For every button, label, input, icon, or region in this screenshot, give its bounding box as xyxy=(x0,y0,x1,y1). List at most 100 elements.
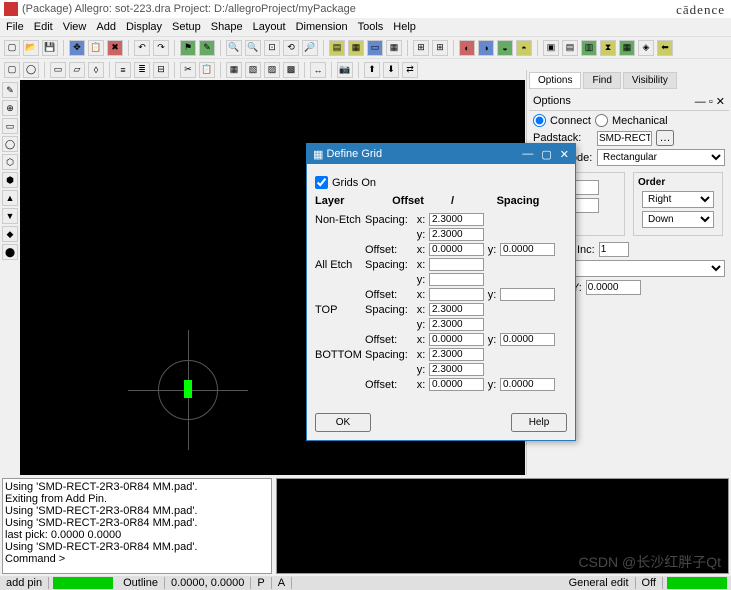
flag-icon[interactable]: ⚑ xyxy=(180,40,196,56)
status-a[interactable]: A xyxy=(272,577,292,589)
shape3-icon[interactable]: ▭ xyxy=(50,62,66,78)
offset-x-input[interactable] xyxy=(429,288,484,301)
menu-file[interactable]: File xyxy=(6,21,24,33)
misc4-icon[interactable]: ▦ xyxy=(619,40,635,56)
grids-on-checkbox[interactable] xyxy=(315,176,328,189)
menu-layout[interactable]: Layout xyxy=(253,21,286,33)
offset-y-input[interactable] xyxy=(500,378,555,391)
clip-icon[interactable]: 📋 xyxy=(88,40,104,56)
mechanical-radio[interactable] xyxy=(595,114,608,127)
tab-find[interactable]: Find xyxy=(583,72,620,89)
nav-icon[interactable]: ✥ xyxy=(69,40,85,56)
zoom-prev-icon[interactable]: ⟲ xyxy=(283,40,299,56)
spacing-y-input[interactable] xyxy=(429,228,484,241)
menu-dimension[interactable]: Dimension xyxy=(296,21,348,33)
tab-options[interactable]: Options xyxy=(529,72,581,89)
spacing-x-input[interactable] xyxy=(429,213,484,226)
menu-add[interactable]: Add xyxy=(96,21,116,33)
vt9-icon[interactable]: ◆ xyxy=(2,226,18,242)
order2-select[interactable]: Down xyxy=(642,211,714,228)
exit-icon[interactable]: ⬅ xyxy=(657,40,673,56)
status-p[interactable]: P xyxy=(251,577,271,589)
align3-icon[interactable]: ⊟ xyxy=(153,62,169,78)
order1-select[interactable]: Right xyxy=(642,191,714,208)
misc2-icon[interactable]: ▤ xyxy=(562,40,578,56)
comp2-icon[interactable]: ▧ xyxy=(245,62,261,78)
dim-icon[interactable]: ↔ xyxy=(310,62,326,78)
new-icon[interactable]: ▢ xyxy=(4,40,20,56)
report-icon[interactable]: ▭ xyxy=(367,40,383,56)
menu-shape[interactable]: Shape xyxy=(211,21,243,33)
spacing-y-input[interactable] xyxy=(429,318,484,331)
misc5-icon[interactable]: ◈ xyxy=(638,40,654,56)
tab-visibility[interactable]: Visibility xyxy=(623,72,677,89)
connect-radio[interactable] xyxy=(533,114,546,127)
timer-icon[interactable]: ⧗ xyxy=(600,40,616,56)
comp4-icon[interactable]: ▩ xyxy=(283,62,299,78)
inc-input[interactable] xyxy=(599,242,629,257)
vt6-icon[interactable]: ⬢ xyxy=(2,172,18,188)
offset-y-input[interactable] xyxy=(500,288,555,301)
edit1-icon[interactable]: ✂ xyxy=(180,62,196,78)
pin-icon[interactable]: ✎ xyxy=(199,40,215,56)
grid2-icon[interactable]: ⊞ xyxy=(413,40,429,56)
copymode-select[interactable]: Rectangular xyxy=(597,149,725,166)
offset-x-input[interactable] xyxy=(429,333,484,346)
align2-icon[interactable]: ≣ xyxy=(134,62,150,78)
vt10-icon[interactable]: ⬤ xyxy=(2,244,18,260)
offset-y-input[interactable] xyxy=(500,333,555,346)
open-icon[interactable]: 📂 xyxy=(23,40,39,56)
save-icon[interactable]: 💾 xyxy=(42,40,58,56)
vt4-icon[interactable]: ◯ xyxy=(2,136,18,152)
shape1-icon[interactable]: ▢ xyxy=(4,62,20,78)
command-panel[interactable]: Using 'SMD-RECT-2R3-0R84 MM.pad'.Exiting… xyxy=(2,478,272,574)
align1-icon[interactable]: ≡ xyxy=(115,62,131,78)
edit2-icon[interactable]: 📋 xyxy=(199,62,215,78)
grid-icon[interactable]: ▦ xyxy=(348,40,364,56)
delete-icon[interactable]: ✖ xyxy=(107,40,123,56)
dialog-titlebar[interactable]: ▦ Define Grid — ▢ ✕ xyxy=(307,144,575,164)
shape2-icon[interactable]: ◯ xyxy=(23,62,39,78)
padstack-input[interactable] xyxy=(597,131,652,146)
menu-help[interactable]: Help xyxy=(393,21,416,33)
design-icon[interactable]: ▦ xyxy=(386,40,402,56)
offset-x-input[interactable] xyxy=(429,378,484,391)
vt5-icon[interactable]: ⬡ xyxy=(2,154,18,170)
menu-tools[interactable]: Tools xyxy=(358,21,384,33)
redo-icon[interactable]: ↷ xyxy=(153,40,169,56)
export2-icon[interactable]: ⬇ xyxy=(383,62,399,78)
vt2-icon[interactable]: ⊕ xyxy=(2,100,18,116)
drc2-icon[interactable]: ◑ xyxy=(478,40,494,56)
drc3-icon[interactable]: ◒ xyxy=(497,40,513,56)
misc1-icon[interactable]: ▣ xyxy=(543,40,559,56)
vt1-icon[interactable]: ✎ xyxy=(2,82,18,98)
menu-display[interactable]: Display xyxy=(126,21,162,33)
yoff-input[interactable] xyxy=(586,280,641,295)
spacing-x-input[interactable] xyxy=(429,258,484,271)
padstack-browse-button[interactable]: … xyxy=(656,130,674,146)
drc1-icon[interactable]: ◐ xyxy=(459,40,475,56)
ok-button[interactable]: OK xyxy=(315,413,371,432)
drc4-icon[interactable]: ◓ xyxy=(516,40,532,56)
comp1-icon[interactable]: ▦ xyxy=(226,62,242,78)
spacing-x-input[interactable] xyxy=(429,348,484,361)
export1-icon[interactable]: ⬆ xyxy=(364,62,380,78)
zoom-in-icon[interactable]: 🔍 xyxy=(226,40,242,56)
spacing-y-input[interactable] xyxy=(429,363,484,376)
shape5-icon[interactable]: ◊ xyxy=(88,62,104,78)
zoom-out-icon[interactable]: 🔍 xyxy=(245,40,261,56)
close-icon[interactable]: ✕ xyxy=(560,148,569,161)
menu-edit[interactable]: Edit xyxy=(34,21,53,33)
cam-icon[interactable]: 📷 xyxy=(337,62,353,78)
offset-x-input[interactable] xyxy=(429,243,484,256)
misc3-icon[interactable]: ▥ xyxy=(581,40,597,56)
maximize-icon[interactable]: ▢ xyxy=(541,148,551,161)
spacing-y-input[interactable] xyxy=(429,273,484,286)
grid3-icon[interactable]: ⊞ xyxy=(432,40,448,56)
zoom-fit-icon[interactable]: ⊡ xyxy=(264,40,280,56)
zoom-icon[interactable]: 🔎 xyxy=(302,40,318,56)
undo-icon[interactable]: ↶ xyxy=(134,40,150,56)
offset-y-input[interactable] xyxy=(500,243,555,256)
vt8-icon[interactable]: ▼ xyxy=(2,208,18,224)
minimize-icon[interactable]: — xyxy=(522,148,533,161)
